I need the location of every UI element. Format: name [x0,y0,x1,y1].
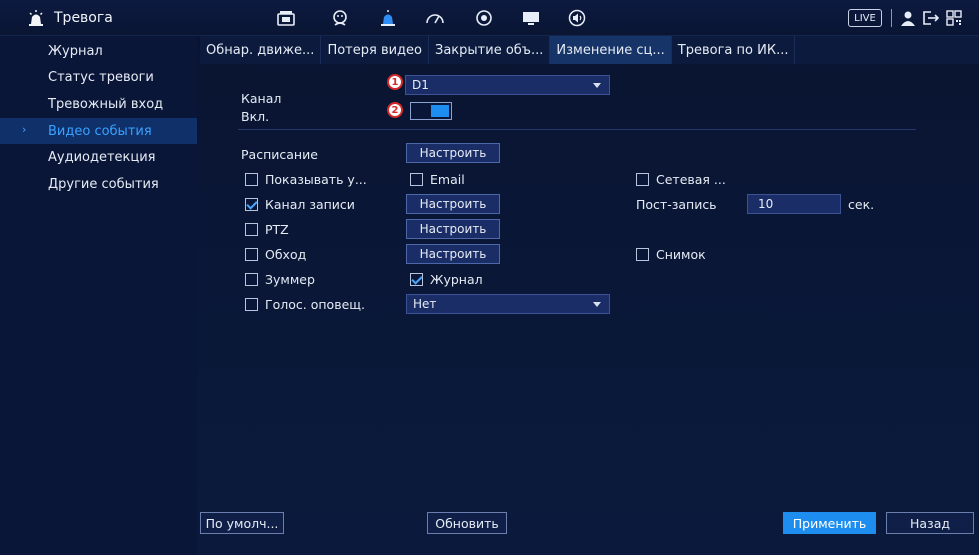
back-button[interactable]: Назад [886,512,974,534]
tab-motion-detection[interactable]: Обнар. движе... [200,36,322,64]
live-button[interactable]: LIVE [848,9,882,27]
buzzer-label: Зуммер [265,272,315,287]
voice-checkbox[interactable] [245,298,258,311]
ptz-checkbox[interactable] [245,223,258,236]
tour-configure-button[interactable]: Настроить [406,244,500,264]
section-divider [238,129,916,130]
apply-button[interactable]: Применить [783,512,876,534]
alarm-icon[interactable] [378,8,398,28]
monitor-icon[interactable] [521,8,541,28]
sidebar-item-label: Журнал [48,43,103,59]
page-title: Тревога [54,10,113,26]
top-bar: Тревога LIVE [0,0,979,36]
sidebar-item-label: Другие события [48,176,159,192]
tabs: Обнар. движе... Потеря видео Закрытие об… [200,36,796,64]
record-configure-button[interactable]: Настроить [406,194,500,214]
dropdown-arrow-icon [593,83,601,88]
siren-icon [28,10,44,30]
log-label: Журнал [430,272,483,287]
ptz-label: PTZ [265,222,289,237]
sidebar-item-video-events[interactable]: › Видео события [0,118,197,144]
snapshot-label: Снимок [656,247,706,262]
email-label: Email [430,172,465,187]
toggle-knob [431,105,449,117]
title-area: Тревога [29,0,113,36]
show-message-checkbox[interactable] [245,173,258,186]
camera-icon[interactable] [276,8,296,28]
email-checkbox[interactable] [410,173,423,186]
tab-scene-change[interactable]: Изменение сц... [550,36,672,64]
log-checkbox[interactable] [410,273,423,286]
sidebar-item-label: Аудиодетекция [48,149,156,165]
tab-tampering[interactable]: Закрытие объ... [429,36,551,64]
app-window: Тревога LIVE Журнал Статус тревоги Трево… [0,0,979,555]
sidebar: Журнал Статус тревоги Тревожный вход › В… [0,36,197,555]
post-record-unit: сек. [848,197,875,212]
tab-video-loss[interactable]: Потеря видео [321,36,429,64]
enable-toggle[interactable] [410,102,452,120]
voice-select-value: Нет [413,297,437,311]
target-icon[interactable] [474,8,494,28]
chevron-right-icon: › [22,123,27,136]
speaker-icon[interactable] [567,8,587,28]
callout-badge-1: 1 [387,74,403,90]
speedometer-icon[interactable] [425,8,445,28]
channel-label: Канал [241,91,282,106]
face-icon[interactable] [330,8,350,28]
qr-code-icon[interactable] [944,8,964,28]
sidebar-item-log[interactable]: Журнал [0,38,197,64]
post-record-input[interactable]: 10 [747,194,841,214]
schedule-label: Расписание [241,147,318,162]
show-message-label: Показывать у... [265,172,367,187]
tour-label: Обход [265,247,307,262]
refresh-button[interactable]: Обновить [427,512,507,534]
sidebar-item-other-events[interactable]: Другие события [0,171,197,197]
sidebar-item-audio-detection[interactable]: Аудиодетекция [0,144,197,170]
channel-select[interactable]: D1 [405,75,610,95]
record-channel-label: Канал записи [265,197,355,212]
default-button[interactable]: По умолч... [200,512,284,534]
schedule-configure-button[interactable]: Настроить [406,143,500,163]
enable-label: Вкл. [241,109,270,124]
main-content: Обнар. движе... Потеря видео Закрытие об… [200,36,979,555]
toolbar-divider [891,9,892,27]
sidebar-item-alarm-status[interactable]: Статус тревоги [0,64,197,90]
network-label: Сетевая ... [656,172,726,187]
sidebar-item-label: Статус тревоги [48,69,154,85]
tab-pir-alarm[interactable]: Тревога по ИК... [672,36,796,64]
voice-label: Голос. оповещ. [265,297,365,312]
buzzer-checkbox[interactable] [245,273,258,286]
dropdown-arrow-icon [593,302,601,307]
post-record-label: Пост-запись [636,197,717,212]
record-channel-checkbox[interactable] [245,198,258,211]
logout-icon[interactable] [921,8,941,28]
user-icon[interactable] [898,8,918,28]
snapshot-checkbox[interactable] [636,248,649,261]
voice-select[interactable]: Нет [406,294,610,314]
sidebar-item-label: Тревожный вход [48,96,164,112]
network-checkbox[interactable] [636,173,649,186]
sidebar-item-alarm-input[interactable]: Тревожный вход [0,91,197,117]
channel-select-value: D1 [412,78,429,92]
sidebar-item-label: Видео события [48,123,152,139]
ptz-configure-button[interactable]: Настроить [406,219,500,239]
callout-badge-2: 2 [387,102,403,118]
tour-checkbox[interactable] [245,248,258,261]
